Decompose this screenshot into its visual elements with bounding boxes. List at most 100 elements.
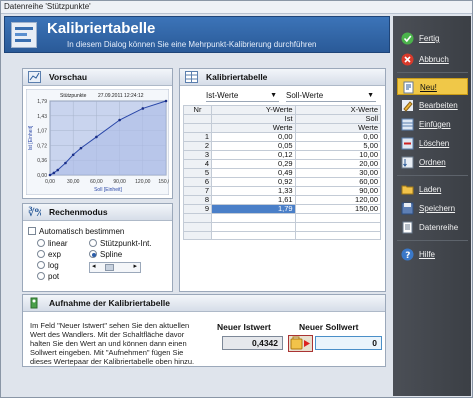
recording-panel-header: Aufnahme der Kalibriertabelle xyxy=(23,295,385,312)
abbruch-button[interactable]: Abbruch xyxy=(397,51,468,68)
sidebar-divider xyxy=(397,240,468,241)
x-value-cell[interactable] xyxy=(294,213,382,223)
laden-button[interactable]: Laden xyxy=(397,181,468,198)
data-point xyxy=(79,146,83,150)
auto-determine-label: Automatisch bestimmen xyxy=(39,227,125,236)
x-value-cell[interactable] xyxy=(294,221,382,232)
data-point xyxy=(141,107,145,110)
radio-spline[interactable]: Spline xyxy=(89,250,122,259)
chevron-down-icon[interactable]: ▼ xyxy=(270,90,277,101)
ist-werte-select[interactable]: Ist-Werte ▼ xyxy=(206,90,279,102)
calculation-mode-header: ∛% Rechenmodus xyxy=(23,204,172,221)
table-row[interactable]: 9 1,79 150,00 xyxy=(183,204,382,214)
grid-icon xyxy=(185,71,198,83)
checkbox-box[interactable] xyxy=(28,227,36,235)
calibration-table-title: Kalibriertabelle xyxy=(206,72,268,82)
x-tick-label: 150,00 xyxy=(158,179,169,185)
radio-log[interactable]: log xyxy=(37,261,59,270)
preview-panel-header: Vorschau xyxy=(23,69,172,86)
radio-stuetzpunkt-label: Stützpunkt-Int. xyxy=(100,239,152,248)
row-number xyxy=(183,221,212,232)
x-tick-label: 90,00 xyxy=(113,179,126,185)
data-point xyxy=(48,173,52,177)
neu-label: Neu! xyxy=(420,83,437,92)
y-axis-label: Ist [Einheit] xyxy=(28,125,34,150)
radio-exp[interactable]: exp xyxy=(37,250,61,259)
radio-linear[interactable]: linear xyxy=(37,239,68,248)
slider-right-arrow-icon[interactable]: ▸ xyxy=(133,262,137,270)
y-tick-label: 1,07 xyxy=(37,129,47,135)
radio-spline-label: Spline xyxy=(100,250,123,259)
calculation-mode-panel: ∛% Rechenmodus Automatisch bestimmen lin… xyxy=(22,203,173,292)
y-tick-label: 0,72 xyxy=(37,143,47,149)
x-tick-label: 0,00 xyxy=(45,179,55,185)
y-tick-label: 0,36 xyxy=(37,158,47,164)
speichern-button[interactable]: Speichern xyxy=(397,200,468,217)
y-value-cell[interactable] xyxy=(211,221,296,232)
abbruch-label: Abbruch xyxy=(419,55,449,64)
ordnen-button[interactable]: Ordnen xyxy=(397,154,468,171)
insert-row-icon xyxy=(401,118,414,131)
data-series-icon xyxy=(402,221,413,234)
data-point xyxy=(56,168,60,172)
radio-pot-label: pot xyxy=(48,272,60,281)
preview-icon xyxy=(28,71,41,83)
hilfe-button[interactable]: ? Hilfe xyxy=(397,246,468,263)
y-value-cell[interactable] xyxy=(211,230,296,241)
new-ist-field: 0,4342 xyxy=(222,336,283,350)
x-value-cell[interactable] xyxy=(294,230,382,241)
slider-left-arrow-icon[interactable]: ◂ xyxy=(92,262,96,270)
help-icon: ? xyxy=(401,248,414,261)
row-number xyxy=(183,230,212,241)
table-row-empty[interactable] xyxy=(183,213,382,223)
svg-text:∛%: ∛% xyxy=(28,206,41,218)
smoothing-slider[interactable]: ◂ ▸ xyxy=(89,262,141,273)
calibration-table-header: Kalibriertabelle xyxy=(180,69,385,86)
chart-title: Stützpunkte xyxy=(60,93,87,99)
radio-exp-label: exp xyxy=(48,250,61,259)
y-tick-label: 0,00 xyxy=(37,173,47,179)
new-soll-label: Neuer Sollwert xyxy=(299,322,359,332)
edit-icon xyxy=(402,100,413,112)
chart-subtitle: 27.09.2011 12:24:12 xyxy=(98,93,144,99)
sidebar-divider xyxy=(397,72,468,73)
data-point xyxy=(95,135,98,139)
x-tick-label: 120,00 xyxy=(135,179,151,185)
chevron-down-icon[interactable]: ▼ xyxy=(367,90,374,101)
calibration-table[interactable]: Nr Y-Werte X-Werte Ist Soll Werte Werte 1 0,00 0,… xyxy=(183,105,382,241)
y-value-cell[interactable] xyxy=(211,213,296,223)
y-tick-label: 1,79 xyxy=(37,99,47,105)
table-header-cell: Nr xyxy=(183,105,212,115)
x-value-cell[interactable]: 150,00 xyxy=(294,204,382,214)
radio-log-label: log xyxy=(48,261,59,270)
einfuegen-button[interactable]: Einfügen xyxy=(397,116,468,133)
dialog-subtitle: In diesem Dialog können Sie eine Mehrpun… xyxy=(67,40,317,49)
sidebar-divider xyxy=(397,175,468,176)
new-soll-input[interactable]: 0 xyxy=(315,336,382,350)
preview-panel: Vorschau 0,00 30,00 60,00 90,00 120,00 150,00… xyxy=(22,68,174,199)
radio-stuetzpunkt[interactable]: Stützpunkt-Int. xyxy=(89,239,152,248)
hold-value-button[interactable] xyxy=(288,335,313,352)
loeschen-button[interactable]: Löschen xyxy=(397,135,468,152)
auto-determine-checkbox[interactable]: Automatisch bestimmen xyxy=(28,227,124,236)
table-header-cell xyxy=(183,114,212,124)
fertig-label: Fertig xyxy=(419,34,440,43)
bearbeiten-label: Bearbeiten xyxy=(419,101,458,110)
datenreihe-button[interactable]: Datenreihe xyxy=(397,219,468,236)
y-value-cell[interactable]: 1,79 xyxy=(211,204,296,214)
bearbeiten-button[interactable]: Bearbeiten xyxy=(397,97,468,114)
recording-instructions: Im Feld "Neuer Istwert" sehen Sie den ak… xyxy=(30,321,195,366)
formula-icon: ∛% xyxy=(28,206,41,218)
x-tick-label: 30,00 xyxy=(67,179,80,185)
cancel-icon xyxy=(401,53,414,66)
slider-thumb[interactable] xyxy=(105,264,114,271)
fertig-button[interactable]: Fertig xyxy=(397,30,468,47)
table-row-empty[interactable] xyxy=(183,221,382,232)
window-title: Datenreihe 'Stützpunkte' xyxy=(1,1,472,14)
neu-button[interactable]: Neu! xyxy=(397,78,468,95)
radio-pot[interactable]: pot xyxy=(37,272,59,281)
table-row-empty[interactable] xyxy=(183,230,382,241)
loeschen-label: Löschen xyxy=(419,139,450,148)
soll-werte-select[interactable]: Soll-Werte ▼ xyxy=(286,90,376,102)
recording-icon xyxy=(30,297,38,309)
